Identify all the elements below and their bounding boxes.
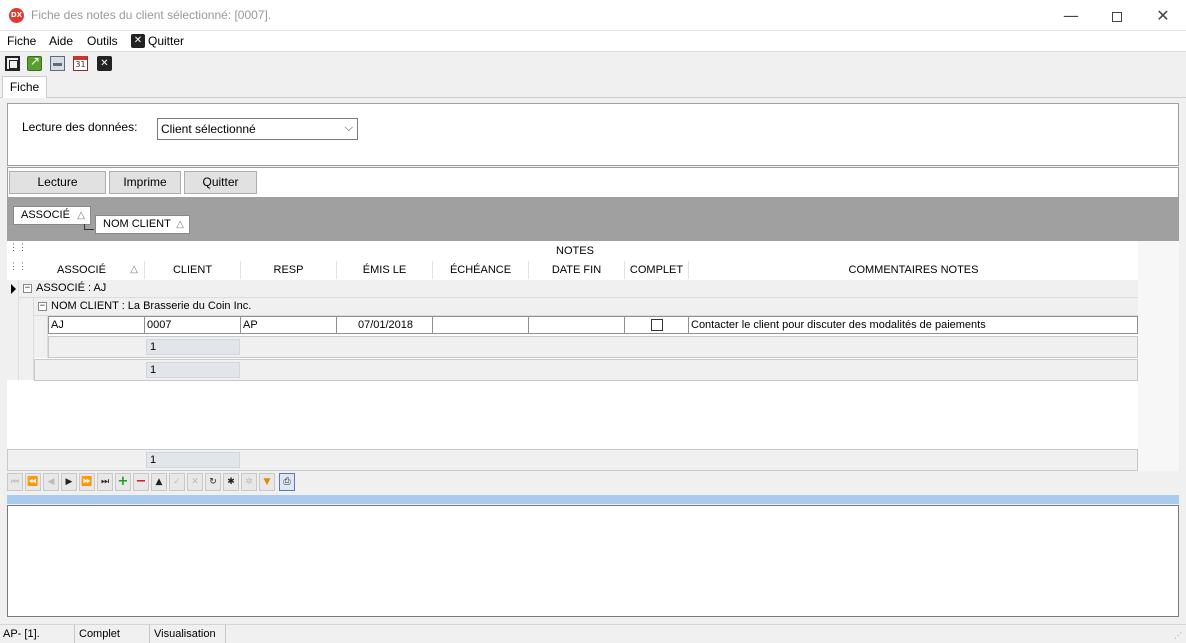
button-panel xyxy=(7,167,1179,197)
maximize-icon xyxy=(1112,11,1122,22)
print-icon[interactable] xyxy=(50,56,65,71)
group-chip-label: ASSOCIÉ xyxy=(21,209,70,221)
column-header-date-fin[interactable]: DATE FIN xyxy=(529,261,625,279)
collapse-icon[interactable]: − xyxy=(23,284,32,293)
group-indent xyxy=(19,298,34,380)
toolbar xyxy=(0,52,1186,75)
prev-page-button[interactable]: ⏪ xyxy=(25,473,41,491)
notes-memo[interactable] xyxy=(7,505,1179,617)
minimize-button[interactable]: — xyxy=(1048,0,1094,31)
group-indent xyxy=(34,316,48,358)
group-footer-nom-client: 1 xyxy=(48,336,1138,358)
table-row[interactable]: AJ 0007 AP 07/01/2018 Contacter le clien… xyxy=(48,316,1138,334)
group-count-cell: 1 xyxy=(146,362,240,378)
cell-associe[interactable]: AJ xyxy=(49,317,145,333)
column-header-complet[interactable]: COMPLET xyxy=(625,261,689,279)
column-header-resp[interactable]: RESP xyxy=(241,261,337,279)
cell-echeance[interactable] xyxy=(433,317,529,333)
grid-empty-area xyxy=(1138,241,1179,471)
title-bar: DX Fiche des notes du client sélectionné… xyxy=(0,0,1186,31)
data-source-select[interactable]: Client sélectionné ⌵ xyxy=(157,118,358,140)
lecture-button[interactable]: Lecture xyxy=(9,171,106,194)
column-header-echeance[interactable]: ÉCHÉANCE xyxy=(433,261,529,279)
group-connector xyxy=(84,224,94,230)
refresh-button[interactable]: ↻ xyxy=(205,473,221,491)
status-state: Complet xyxy=(76,625,150,643)
maximize-button[interactable] xyxy=(1094,0,1140,31)
group-footer-associe: 1 xyxy=(34,359,1138,381)
resize-grip-icon[interactable]: ⋰ xyxy=(1174,631,1184,641)
group-chip-label: NOM CLIENT xyxy=(103,218,171,230)
insert-record-button[interactable]: + xyxy=(115,473,131,491)
last-record-button[interactable]: ⏭ xyxy=(97,473,113,491)
total-count-cell: 1 xyxy=(146,452,240,468)
menu-quitter[interactable]: Quitter xyxy=(148,34,184,48)
group-row-nom-client[interactable]: − NOM CLIENT : La Brasserie du Coin Inc. xyxy=(34,298,1138,316)
group-chip-nom-client[interactable]: NOM CLIENT △ xyxy=(95,215,190,234)
next-record-button[interactable]: ▶ xyxy=(61,473,77,491)
cell-client[interactable]: 0007 xyxy=(145,317,241,333)
column-header-commentaires[interactable]: COMMENTAIRES NOTES xyxy=(689,261,1138,279)
prev-record-button[interactable]: ◀ xyxy=(43,473,59,491)
filter-button[interactable]: ▼ xyxy=(259,473,275,491)
quit-menu-icon[interactable]: ✕ xyxy=(131,34,145,48)
edit-record-button[interactable]: ▲ xyxy=(151,473,167,491)
cancel-edit-button[interactable]: ✕ xyxy=(187,473,203,491)
close-window-button[interactable]: ✕ xyxy=(1140,0,1186,31)
data-source-value: Client sélectionné xyxy=(161,122,256,136)
close-icon[interactable]: ✕ xyxy=(97,56,112,71)
column-header-client[interactable]: CLIENT xyxy=(145,261,241,279)
column-header-emis-le[interactable]: ÉMIS LE xyxy=(337,261,433,279)
filter-label: Lecture des données: xyxy=(22,120,138,134)
collapse-icon[interactable]: − xyxy=(38,302,47,311)
sort-ascending-icon: △ xyxy=(176,219,184,230)
tab-strip xyxy=(0,76,1186,98)
status-mode: Visualisation xyxy=(151,625,226,643)
column-header-associe[interactable]: ASSOCIÉ △ xyxy=(19,261,145,279)
delete-record-button[interactable]: − xyxy=(133,473,149,491)
band-header-notes: NOTES xyxy=(556,245,594,257)
goto-bookmark-button[interactable]: ✲ xyxy=(241,473,257,491)
current-row-indicator-icon xyxy=(11,284,16,294)
menu-bar: Fiche Aide Outils Quitter xyxy=(0,31,1186,52)
group-row-associe[interactable]: − ASSOCIÉ : AJ xyxy=(19,280,1138,298)
cell-emis-le[interactable]: 07/01/2018 xyxy=(337,317,433,333)
chevron-down-icon: ⌵ xyxy=(344,121,353,134)
cell-date-fin[interactable] xyxy=(529,317,625,333)
menu-fiche[interactable]: Fiche xyxy=(7,34,36,48)
group-chip-associe[interactable]: ASSOCIÉ △ xyxy=(13,206,91,225)
cell-resp[interactable]: AP xyxy=(241,317,337,333)
imprime-button[interactable]: Imprime xyxy=(109,171,181,194)
app-logo-icon: DX xyxy=(9,8,24,23)
calendar-icon[interactable]: 31 xyxy=(73,56,88,71)
group-count-cell: 1 xyxy=(146,339,240,355)
menu-aide[interactable]: Aide xyxy=(49,34,73,48)
menu-outils[interactable]: Outils xyxy=(87,34,118,48)
sort-ascending-icon: △ xyxy=(130,264,138,275)
complet-checkbox[interactable] xyxy=(651,319,663,331)
group-row-label: NOM CLIENT : La Brasserie du Coin Inc. xyxy=(51,300,252,312)
next-page-button[interactable]: ⏩ xyxy=(79,473,95,491)
group-row-label: ASSOCIÉ : AJ xyxy=(36,282,107,294)
frame-icon[interactable] xyxy=(5,56,20,71)
tab-fiche[interactable]: Fiche xyxy=(2,76,47,98)
splitter[interactable] xyxy=(7,495,1179,504)
quitter-button[interactable]: Quitter xyxy=(184,171,257,194)
post-record-button[interactable]: ✓ xyxy=(169,473,185,491)
grid-footer: 1 xyxy=(7,449,1138,471)
export-icon[interactable] xyxy=(27,54,42,71)
sort-ascending-icon: △ xyxy=(77,210,85,221)
bookmark-button[interactable]: ✱ xyxy=(223,473,239,491)
cell-commentaires[interactable]: Contacter le client pour discuter des mo… xyxy=(689,317,1137,333)
status-bar: AP- [1]. Complet Visualisation ⋰ xyxy=(0,624,1186,643)
first-record-button[interactable]: ⏮ xyxy=(7,473,23,491)
print-grid-button[interactable]: ⎙ xyxy=(279,473,295,491)
column-customize-icon[interactable]: ⋮⋮ xyxy=(9,263,27,276)
status-user: AP- [1]. xyxy=(0,625,75,643)
row-indicator-column xyxy=(7,280,19,380)
window-title: Fiche des notes du client sélectionné: [… xyxy=(31,8,272,22)
